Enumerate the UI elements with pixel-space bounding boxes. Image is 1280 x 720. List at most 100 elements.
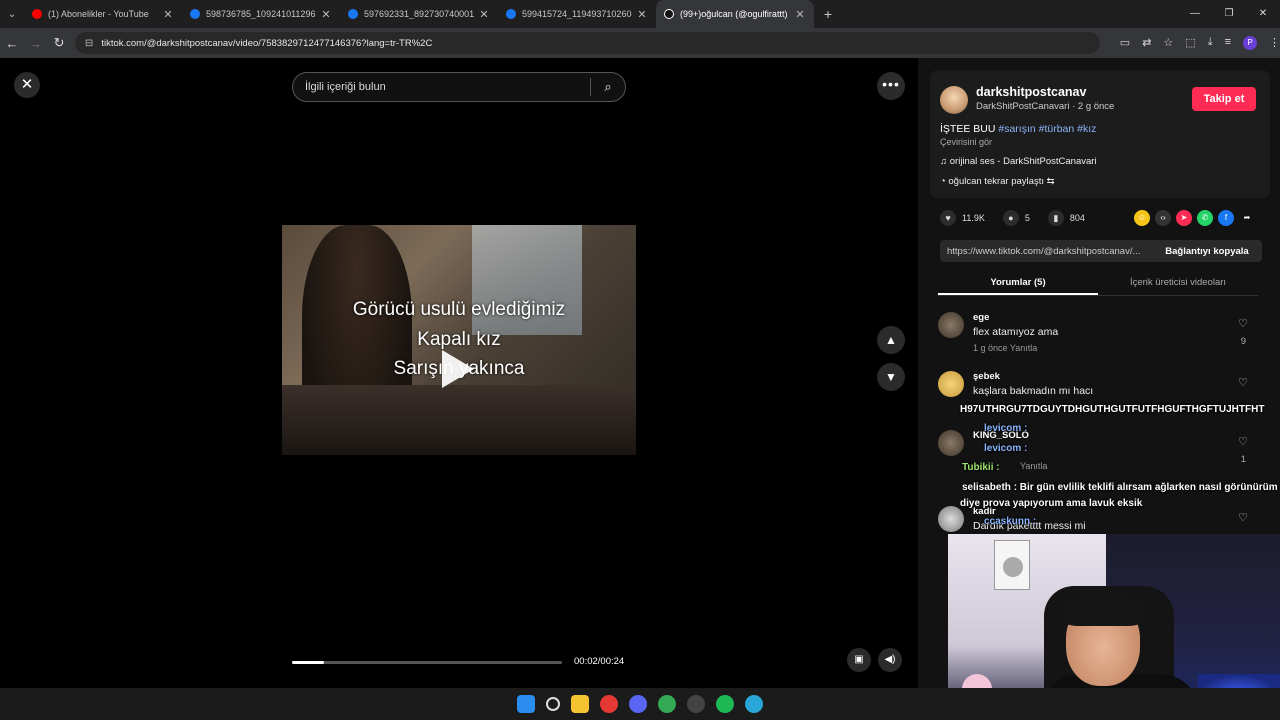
commenter-name[interactable]: kadir: [973, 506, 996, 517]
commenter-avatar[interactable]: [938, 506, 964, 532]
close-tab-icon[interactable]: ✕: [794, 8, 806, 21]
close-video-button[interactable]: ✕: [14, 72, 40, 98]
discord-icon[interactable]: [629, 695, 647, 713]
browser-tab[interactable]: 598736785_1092410112963637 ✕: [182, 0, 340, 28]
browser-tab[interactable]: 599415724_1194937102604275 ✕: [498, 0, 656, 28]
url-text: tiktok.com/@darkshitpostcanav/video/7583…: [101, 37, 433, 49]
see-translation-link[interactable]: Çevirisini gör: [940, 137, 992, 147]
share-arrow-icon[interactable]: ➦: [1239, 210, 1255, 226]
creator-avatar[interactable]: [940, 86, 968, 114]
browser-tab-active[interactable]: (99+)oğulcan (@ogulfirattt) | TikTok ✕: [656, 0, 814, 28]
hashtag-links[interactable]: #sarışın #türban #kız: [998, 123, 1096, 135]
comment-heart-icon[interactable]: ♡: [1238, 376, 1248, 389]
search-placeholder: İlgili içeriği bulun: [305, 81, 386, 93]
music-row[interactable]: ♫ orijinal ses - DarkShitPostCanavari: [940, 156, 1097, 167]
search-icon[interactable]: ⌕: [591, 79, 625, 95]
music-note-icon: ♫: [940, 156, 950, 167]
tab-title: (1) Abonelikler - YouTube: [48, 9, 149, 19]
follow-button[interactable]: Takip et: [1192, 87, 1256, 111]
restore-icon[interactable]: ❐: [1212, 0, 1246, 28]
comment-heart-icon[interactable]: ♡: [1238, 317, 1248, 330]
heart-icon[interactable]: ♥: [940, 210, 956, 226]
embed-icon[interactable]: ‹›: [1155, 210, 1171, 226]
copy-link-button[interactable]: Bağlantıyı kopyala: [1152, 246, 1262, 257]
cast-icon[interactable]: ▭: [1120, 36, 1130, 50]
new-tab-button[interactable]: +: [814, 6, 842, 22]
windows-taskbar: [0, 688, 1280, 720]
bookmark-star-icon[interactable]: ☆: [1163, 36, 1173, 50]
commenter-avatar[interactable]: [938, 430, 964, 456]
forward-icon[interactable]: →: [24, 36, 48, 51]
post-info-card: darkshitpostcanav DarkShitPostCanavari ·…: [930, 70, 1270, 198]
extensions-icon[interactable]: ⬚: [1185, 36, 1195, 50]
url-field[interactable]: ⊟ tiktok.com/@darkshitpostcanav/video/75…: [74, 32, 1100, 54]
translate-icon[interactable]: ⇄: [1142, 36, 1151, 50]
previous-video-button[interactable]: ▲: [877, 326, 905, 354]
video-scene-table: [282, 385, 636, 455]
comment-heart-icon[interactable]: ♡: [1238, 435, 1248, 448]
obs-icon[interactable]: [687, 695, 705, 713]
commenter-avatar[interactable]: [938, 312, 964, 338]
video-player[interactable]: Görücü usulü evlediğimiz Kapalı kız Sarı…: [282, 58, 636, 688]
creator-username[interactable]: darkshitpostcanav: [976, 85, 1086, 99]
chrome-icon[interactable]: [600, 695, 618, 713]
minimize-icon[interactable]: —: [1178, 0, 1212, 28]
whatsapp-icon[interactable]: ✆: [1197, 210, 1213, 226]
bookmark-icon[interactable]: ▮: [1047, 210, 1064, 226]
play-icon[interactable]: [442, 350, 474, 388]
close-tab-icon[interactable]: ✕: [320, 8, 332, 21]
send-icon[interactable]: ➤: [1176, 210, 1192, 226]
close-tab-icon[interactable]: ✕: [478, 8, 490, 21]
video-caption-line: Görücü usulü evlediğimiz: [352, 299, 566, 320]
site-info-icon[interactable]: ⊟: [85, 38, 93, 49]
related-search-input[interactable]: İlgili içeriği bulun ⌕: [292, 72, 626, 102]
creator-subline: DarkShitPostCanavari · 2 g önce: [976, 101, 1115, 112]
commenter-avatar[interactable]: [938, 371, 964, 397]
download-icon[interactable]: ⤓: [1208, 36, 1213, 50]
volume-icon[interactable]: ◀): [878, 648, 902, 672]
tab-title: 598736785_1092410112963637: [206, 9, 316, 19]
close-tab-icon[interactable]: ✕: [636, 8, 648, 21]
tab-comments[interactable]: Yorumlar (5): [938, 272, 1098, 295]
comment-icon[interactable]: ●: [1002, 210, 1019, 226]
browser-tab[interactable]: 597692331_892730740001645 ✕: [340, 0, 498, 28]
taskbar-search-icon[interactable]: [546, 697, 560, 711]
comment-meta[interactable]: 1 g önce Yanıtla: [973, 343, 1037, 353]
engagement-stats: ♥ 11.9K ● 5 ▮ 804: [940, 208, 1103, 228]
video-frame[interactable]: Görücü usulü evlediğimiz Kapalı kız Sarı…: [282, 225, 636, 455]
browser-tab[interactable]: (1) Abonelikler - YouTube ✕: [24, 0, 182, 28]
facebook-share-icon[interactable]: f: [1218, 210, 1234, 226]
reading-list-icon[interactable]: ≡: [1225, 36, 1231, 50]
close-tab-icon[interactable]: ✕: [162, 8, 174, 21]
globe-app-icon[interactable]: [745, 695, 763, 713]
picture-in-picture-icon[interactable]: ▣: [847, 648, 871, 672]
reload-icon[interactable]: ↻: [47, 35, 71, 51]
browser-menu-icon[interactable]: ⋮: [1269, 36, 1280, 50]
commenter-name[interactable]: KING_SOLO: [973, 430, 1029, 441]
start-menu-icon[interactable]: [517, 695, 535, 713]
chrome-active-icon[interactable]: [658, 695, 676, 713]
spotify-icon[interactable]: [716, 695, 734, 713]
more-options-button[interactable]: •••: [877, 72, 905, 100]
video-progress-fill: [292, 661, 325, 664]
post-link-field[interactable]: https://www.tiktok.com/@darkshitpostcana…: [940, 246, 1152, 257]
comment-meta[interactable]: Yanıtla: [1020, 461, 1047, 471]
commenter-name[interactable]: ege: [973, 312, 989, 323]
commenter-name[interactable]: şebek: [973, 371, 1000, 382]
tab-title: 597692331_892730740001645: [364, 9, 474, 19]
video-progress-bar[interactable]: [292, 661, 562, 664]
next-video-button[interactable]: ▼: [877, 363, 905, 391]
facebook-icon: [348, 9, 358, 19]
close-window-icon[interactable]: ✕: [1246, 0, 1280, 28]
back-icon[interactable]: ←: [0, 36, 24, 51]
tiktok-icon: [664, 9, 674, 19]
share-buttons: ☺ ‹› ➤ ✆ f ➦: [1134, 210, 1255, 226]
webcam-poster: [994, 540, 1030, 590]
file-explorer-icon[interactable]: [571, 695, 589, 713]
emoji-share-icon[interactable]: ☺: [1134, 210, 1150, 226]
tab-creator-videos[interactable]: İçerik üreticisi videoları: [1098, 272, 1258, 295]
like-count: 11.9K: [962, 213, 985, 223]
comment-heart-icon[interactable]: ♡: [1238, 511, 1248, 524]
tab-search-chevron-icon[interactable]: ⌄: [0, 0, 24, 28]
profile-avatar-icon[interactable]: P: [1242, 36, 1257, 50]
